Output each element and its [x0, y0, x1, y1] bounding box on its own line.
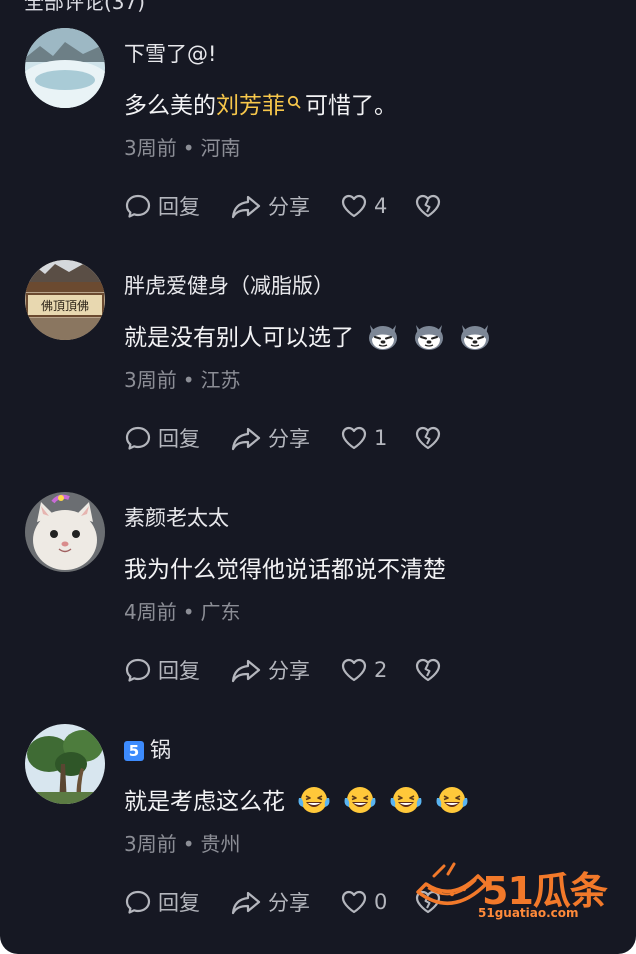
- husky-emoji: [412, 321, 446, 351]
- share-icon: [231, 427, 261, 451]
- comment-location: 广东: [200, 600, 241, 624]
- heart-icon: [341, 194, 367, 218]
- comment-meta: 3周前 • 贵州: [124, 832, 241, 856]
- share-icon: [231, 195, 261, 219]
- tree-avatar[interactable]: [25, 724, 105, 804]
- husky-emoji: [366, 321, 400, 351]
- comment-text: 我为什么觉得他说话都说不清楚: [124, 557, 446, 583]
- comment-text: 就是考虑这么花: [124, 782, 469, 816]
- comment-username[interactable]: 胖虎爱健身（减脂版）: [124, 270, 334, 300]
- heart-icon: [341, 426, 367, 450]
- share-label: 分享: [268, 659, 310, 683]
- reply-button[interactable]: 回复: [124, 422, 200, 454]
- like-button[interactable]: 2: [340, 654, 387, 686]
- comment-username[interactable]: 素颜老太太: [124, 502, 229, 532]
- broken-heart-icon: [415, 194, 441, 218]
- comment-text-body: 就是没有别人可以选了: [124, 325, 354, 351]
- mention-link[interactable]: 刘芳菲: [216, 93, 285, 119]
- husky-emoji: [458, 321, 492, 351]
- like-button[interactable]: 1: [340, 422, 387, 454]
- svg-text:佛頂頂佛: 佛頂頂佛: [41, 299, 89, 313]
- comment-meta: 4周前 • 广东: [124, 600, 241, 624]
- comment-item: 素颜老太太 我为什么觉得他说话都说不清楚 4周前 • 广东 回复 分享 2: [0, 464, 636, 696]
- laughing-crying-emoji: [343, 785, 377, 815]
- reply-icon: [125, 426, 151, 450]
- reply-icon: [125, 890, 151, 914]
- comment-text-body: 就是考虑这么花: [124, 789, 285, 815]
- reply-icon: [125, 194, 151, 218]
- comment-location: 河南: [200, 136, 241, 160]
- snow-landscape-avatar[interactable]: [25, 28, 105, 108]
- like-count: 2: [374, 658, 388, 682]
- reply-icon: [125, 658, 151, 682]
- reply-label: 回复: [158, 195, 200, 219]
- share-label: 分享: [268, 891, 310, 915]
- cat-avatar[interactable]: [25, 492, 105, 572]
- share-label: 分享: [268, 427, 310, 451]
- comment-time: 3周前: [124, 136, 177, 160]
- comment-item: 下雪了@! 多么美的刘芳菲 可惜了。 3周前 • 河南 回复 分享 4: [0, 0, 636, 232]
- like-count: 0: [374, 890, 388, 914]
- comment-time: 3周前: [124, 832, 177, 856]
- comments-panel: 全部评论(37) 下雪了@! 多么美的刘芳菲可惜了。 3周前•河南 回复: [0, 0, 636, 954]
- broken-heart-icon: [415, 426, 441, 450]
- comment-item: 佛頂頂佛 胖虎爱健身（减脂版） 就是没有别人可以选了 3周前 • 江苏 回复 分享 …: [0, 232, 636, 464]
- reply-label: 回复: [158, 891, 200, 915]
- heart-icon: [341, 658, 367, 682]
- watermark-logo: 51瓜条 51guatiao.com: [414, 858, 620, 922]
- share-button[interactable]: 分享: [230, 886, 310, 918]
- broken-heart-icon: [415, 658, 441, 682]
- laughing-crying-emoji: [435, 785, 469, 815]
- reply-button[interactable]: 回复: [124, 190, 200, 222]
- comment-text-pre: 多么美的: [124, 93, 216, 119]
- temple-sign-avatar[interactable]: 佛頂頂佛: [25, 260, 105, 340]
- share-label: 分享: [268, 195, 310, 219]
- dislike-button[interactable]: [414, 422, 448, 454]
- username-text: 锅: [150, 738, 171, 762]
- level-badge: 5: [124, 741, 144, 761]
- search-icon[interactable]: [287, 89, 301, 115]
- like-button[interactable]: 4: [340, 190, 387, 222]
- comment-meta: 3周前 • 河南: [124, 136, 241, 160]
- laughing-crying-emoji: [389, 785, 423, 815]
- comment-location: 江苏: [200, 368, 241, 392]
- dislike-button[interactable]: [414, 654, 448, 686]
- comment-time: 3周前: [124, 368, 177, 392]
- share-icon: [231, 659, 261, 683]
- dislike-button[interactable]: [414, 190, 448, 222]
- comment-username[interactable]: 5锅: [124, 734, 171, 764]
- reply-button[interactable]: 回复: [124, 886, 200, 918]
- comment-text: 多么美的刘芳菲 可惜了。: [124, 86, 397, 120]
- like-button[interactable]: 0: [340, 886, 387, 918]
- comment-text-post: 可惜了。: [305, 93, 397, 119]
- watermark-url: 51guatiao.com: [478, 906, 579, 920]
- like-count: 1: [374, 426, 388, 450]
- share-button[interactable]: 分享: [230, 422, 310, 454]
- share-button[interactable]: 分享: [230, 190, 310, 222]
- reply-button[interactable]: 回复: [124, 654, 200, 686]
- reply-label: 回复: [158, 659, 200, 683]
- share-button[interactable]: 分享: [230, 654, 310, 686]
- share-icon: [231, 891, 261, 915]
- comment-username[interactable]: 下雪了@!: [124, 38, 216, 68]
- laughing-crying-emoji: [297, 785, 331, 815]
- comment-text: 就是没有别人可以选了: [124, 318, 492, 352]
- comment-location: 贵州: [200, 832, 241, 856]
- like-count: 4: [374, 194, 388, 218]
- reply-label: 回复: [158, 427, 200, 451]
- heart-icon: [341, 890, 367, 914]
- comment-meta: 3周前 • 江苏: [124, 368, 241, 392]
- comment-time: 4周前: [124, 600, 177, 624]
